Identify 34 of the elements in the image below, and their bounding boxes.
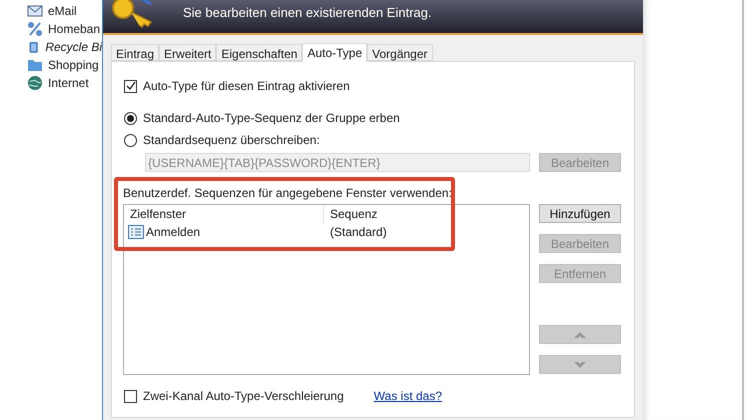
tab[interactable]: Auto-Type: [302, 43, 368, 62]
chevron-up-icon: [574, 330, 586, 338]
radio-label: Standard-Auto-Type-Sequenz der Gruppe erben: [143, 110, 400, 127]
tab[interactable]: Erweitert: [159, 44, 216, 61]
percent-icon: [27, 21, 43, 37]
chevron-down-icon: [574, 360, 586, 368]
tree-item[interactable]: eMail: [48, 2, 77, 20]
tab[interactable]: Eigenschaften: [216, 44, 302, 61]
radio-label: Standardsequenz überschreiben:: [143, 132, 320, 149]
bin-icon: [27, 39, 40, 55]
tree-item[interactable]: Homeban: [48, 20, 100, 38]
dialog-subtitle: Sie bearbeiten einen existierenden Eintrag.: [183, 4, 432, 22]
table-cell-text: (Standard): [330, 224, 387, 241]
envelope-icon: [27, 4, 43, 18]
globe-icon: [27, 75, 43, 91]
folder-icon: [27, 58, 43, 72]
tab[interactable]: Vorgänger: [367, 44, 433, 61]
checkbox[interactable]: [124, 80, 137, 92]
radio-button[interactable]: [124, 134, 137, 146]
table-cell-text: Anmelden: [146, 224, 200, 241]
checkbox[interactable]: [124, 390, 137, 402]
column-header[interactable]: Zielfenster: [124, 205, 324, 223]
radio-button[interactable]: [124, 112, 137, 124]
custom-sequences-label: Benutzerdef. Sequenzen für angegebene Fenster verwenden:: [123, 185, 453, 202]
checkbox-label: Zwei-Kanal Auto-Type-Verschleierung: [143, 388, 344, 405]
tree-item[interactable]: Recycle Bi: [45, 38, 102, 56]
checkbox-label: Auto-Type für diesen Eintrag aktivieren: [143, 78, 350, 95]
column-header[interactable]: Sequenz: [324, 205, 529, 223]
tree-item[interactable]: Shopping: [48, 56, 99, 74]
tree-item[interactable]: Internet: [48, 74, 89, 92]
action-button[interactable]: Hinzufügen: [539, 204, 621, 223]
tab[interactable]: Eintrag: [111, 44, 160, 61]
help-link[interactable]: Was ist das?: [374, 387, 442, 405]
list-icon: [128, 225, 144, 239]
